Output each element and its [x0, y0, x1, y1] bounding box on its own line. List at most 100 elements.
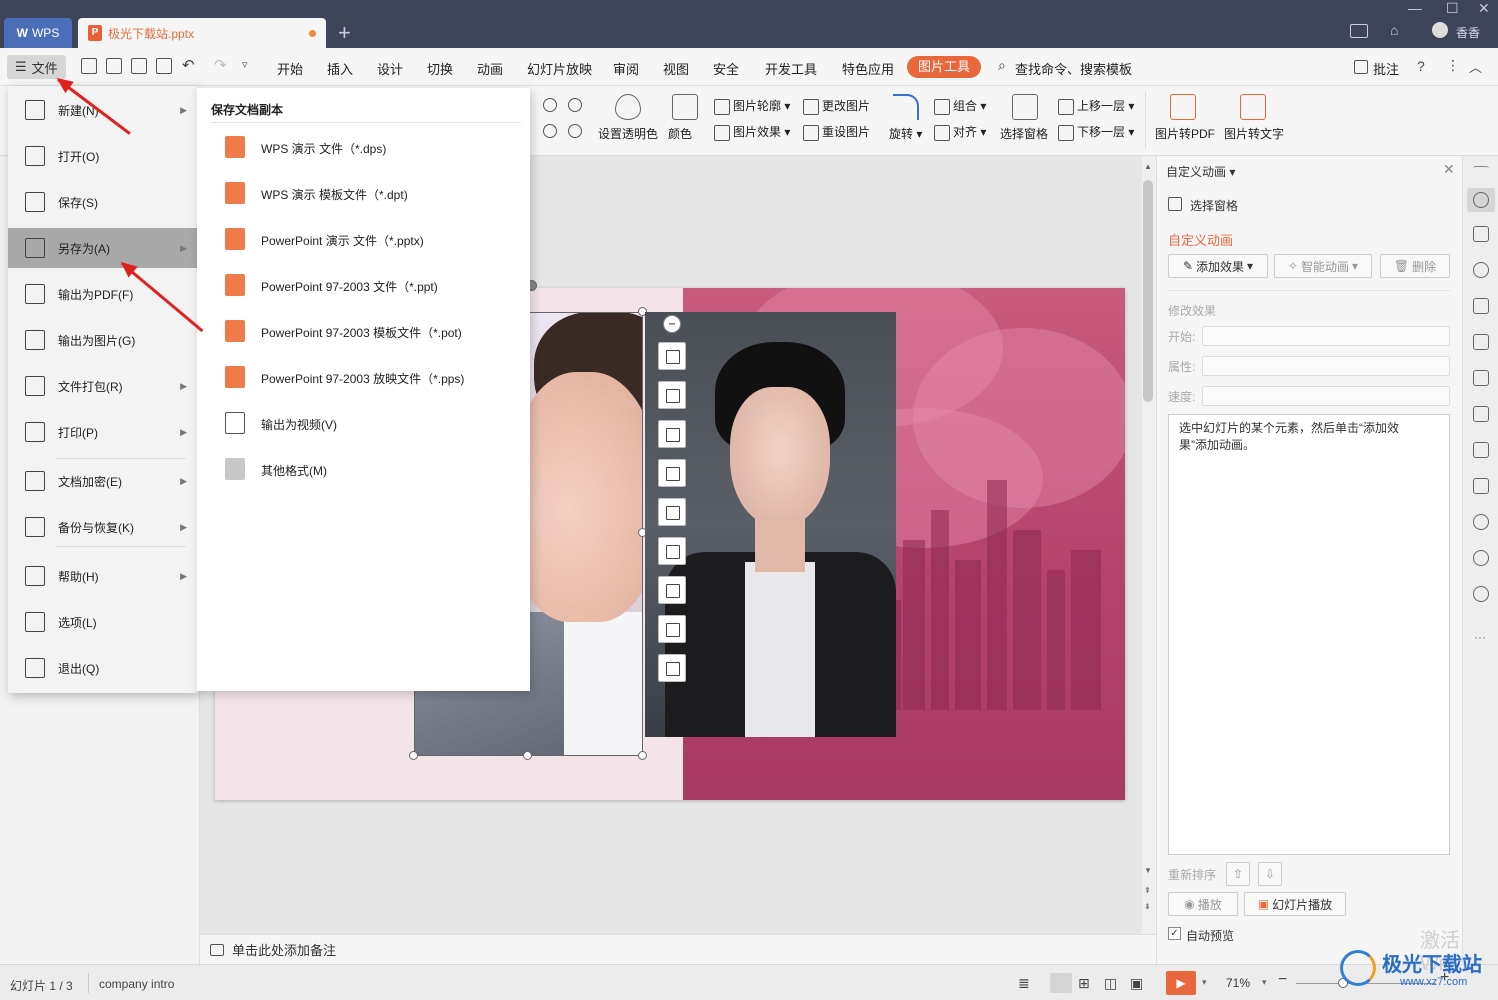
file-menu-item[interactable]: 备份与恢复(K) ▶ [8, 507, 197, 547]
tab-slideshow[interactable]: 幻灯片放映 [527, 59, 592, 78]
normal-view-icon[interactable] [1050, 973, 1072, 993]
theme-name[interactable]: company intro [99, 977, 174, 991]
box-icon[interactable] [1473, 406, 1489, 422]
split-icon[interactable] [658, 420, 686, 448]
file-menu-item[interactable]: 打开(O) [8, 136, 197, 176]
move-up-button[interactable]: ⇧ [1226, 862, 1250, 886]
rail-collapse-icon[interactable] [1473, 166, 1489, 172]
save-format-item[interactable]: WPS 演示 文件（*.dps) [197, 126, 530, 166]
auto-preview-label[interactable]: 自动预览 [1186, 927, 1234, 944]
contrast-down-icon[interactable] [568, 124, 582, 138]
speed-select[interactable] [1202, 386, 1450, 406]
pic-to-text-button[interactable]: 图片转文字 [1224, 125, 1284, 142]
tab-insert[interactable]: 插入 [327, 59, 353, 78]
resize-handle[interactable] [409, 751, 418, 760]
pic-to-pdf-button[interactable]: 图片转PDF [1155, 125, 1215, 142]
scroll-down-icon[interactable]: ▼ [1144, 866, 1152, 875]
panel-title[interactable]: 自定义动画 ▾ [1166, 163, 1235, 180]
add-effect-button[interactable]: ✎ 添加效果 ▾ [1168, 254, 1268, 278]
brightness-down-icon[interactable] [543, 124, 557, 138]
replace-image-icon[interactable] [658, 615, 686, 643]
scroll-up-icon[interactable]: ▲ [1144, 162, 1152, 171]
document-icon[interactable] [1473, 370, 1489, 386]
tab-home[interactable]: 开始 [277, 59, 303, 78]
save-format-item[interactable]: PowerPoint 97-2003 文件（*.ppt) [197, 264, 530, 304]
contrast-up-icon[interactable] [568, 98, 582, 112]
start-select[interactable] [1202, 326, 1450, 346]
send-backward-button[interactable]: 下移一层 ▾ [1058, 123, 1134, 141]
next-slide-icon[interactable]: ⇟ [1144, 902, 1151, 911]
print-quick-icon[interactable] [131, 58, 147, 74]
tab-features[interactable]: 特色应用 [842, 59, 894, 78]
sorter-view-icon[interactable]: ⊞ [1078, 975, 1090, 992]
file-menu-item[interactable]: 新建(N) ▶ [8, 90, 197, 130]
save-format-item[interactable]: PowerPoint 97-2003 模板文件（*.pot) [197, 310, 530, 350]
color-icon[interactable] [672, 94, 698, 120]
wps-home-tab[interactable]: W WPS [4, 18, 72, 48]
transparent-color-icon[interactable] [615, 94, 641, 120]
file-menu-item[interactable]: 退出(Q) [8, 648, 197, 688]
zoom-out-icon[interactable]: − [1278, 971, 1287, 989]
tab-transition[interactable]: 切换 [427, 59, 453, 78]
notes-bar[interactable]: 单击此处添加备注 [200, 934, 1156, 964]
brightness-up-icon[interactable] [543, 98, 557, 112]
new-tab-button[interactable]: + [338, 20, 351, 46]
select-pane-link[interactable]: 选择窗格 [1190, 197, 1238, 214]
add-image-icon[interactable] [658, 576, 686, 604]
tab-picture-tools[interactable]: 图片工具 [907, 56, 981, 78]
move-down-button[interactable]: ⇩ [1258, 862, 1282, 886]
copy-icon[interactable] [1473, 226, 1489, 242]
file-menu-item[interactable]: 文件打包(R) ▶ [8, 366, 197, 406]
tab-developer[interactable]: 开发工具 [765, 59, 817, 78]
avatar[interactable] [1432, 22, 1448, 38]
layer-icon[interactable] [658, 342, 686, 370]
file-menu-item[interactable]: 保存(S) [8, 182, 197, 222]
notes-toggle-icon[interactable]: ≣ [1018, 975, 1030, 992]
pic-to-pdf-icon[interactable] [1170, 94, 1196, 120]
pic-to-text-icon[interactable] [1240, 94, 1266, 120]
triangle-icon[interactable] [1473, 298, 1489, 314]
zoom-in-icon[interactable] [658, 459, 686, 487]
customize-icon[interactable]: ▿ [242, 58, 248, 71]
play-options-icon[interactable]: ▾ [1202, 977, 1207, 988]
document-tab[interactable]: P 极光下载站.pptx [78, 18, 326, 48]
history-icon[interactable] [1473, 550, 1489, 566]
tab-view[interactable]: 视图 [663, 59, 689, 78]
rotate-icon[interactable] [893, 94, 919, 120]
group-button[interactable]: 组合 ▾ [934, 97, 986, 115]
play-slideshow-button[interactable]: ▶ [1166, 971, 1196, 995]
slideshow-button[interactable]: ▣ 幻灯片播放 [1244, 892, 1346, 916]
presenter-view-icon[interactable]: ▣ [1130, 975, 1143, 992]
file-menu-item[interactable]: 输出为PDF(F) [8, 274, 197, 314]
tab-security[interactable]: 安全 [713, 59, 739, 78]
comment-button[interactable]: 批注 [1373, 59, 1399, 78]
select-pane-button[interactable]: 选择窗格 [1000, 125, 1048, 142]
collapse-ribbon-icon[interactable]: ︿ [1469, 57, 1482, 76]
prev-slide-icon[interactable]: ⇞ [1144, 886, 1151, 895]
fit-image-icon[interactable] [658, 498, 686, 526]
file-menu-item[interactable]: 输出为图片(G) [8, 320, 197, 360]
save-quick-icon[interactable] [81, 58, 97, 74]
align-button[interactable]: 对齐 ▾ [934, 123, 986, 141]
file-menu-item[interactable]: 选项(L) [8, 602, 197, 642]
color-button[interactable]: 颜色 [668, 125, 692, 142]
tab-animation[interactable]: 动画 [477, 59, 503, 78]
bring-forward-button[interactable]: 上移一层 ▾ [1058, 97, 1134, 115]
user-name[interactable]: 香香 [1456, 24, 1480, 41]
smart-animation-button[interactable]: ✧ 智能动画 ▾ [1274, 254, 1372, 278]
tab-review[interactable]: 审阅 [613, 59, 639, 78]
rotate-button[interactable]: 旋转 ▾ [889, 125, 922, 142]
tab-design[interactable]: 设计 [377, 59, 403, 78]
play-button[interactable]: ◉ 播放 [1168, 892, 1238, 916]
preview-quick-icon[interactable] [156, 58, 172, 74]
more-dots-icon[interactable]: ··· [1474, 630, 1486, 644]
save-format-item[interactable]: PowerPoint 97-2003 放映文件（*.pps) [197, 356, 530, 396]
shield-icon[interactable] [1473, 514, 1489, 530]
file-menu-item[interactable]: 打印(P) ▶ [8, 412, 197, 452]
help-circle-icon[interactable] [1473, 586, 1489, 602]
export-quick-icon[interactable] [106, 58, 122, 74]
shirt-icon[interactable]: ⌂ [1390, 22, 1398, 38]
save-format-item[interactable]: 其他格式(M) [197, 448, 530, 488]
zoom-options-icon[interactable]: ▾ [1262, 977, 1267, 988]
save-format-item[interactable]: PowerPoint 演示 文件（*.pptx) [197, 218, 530, 258]
